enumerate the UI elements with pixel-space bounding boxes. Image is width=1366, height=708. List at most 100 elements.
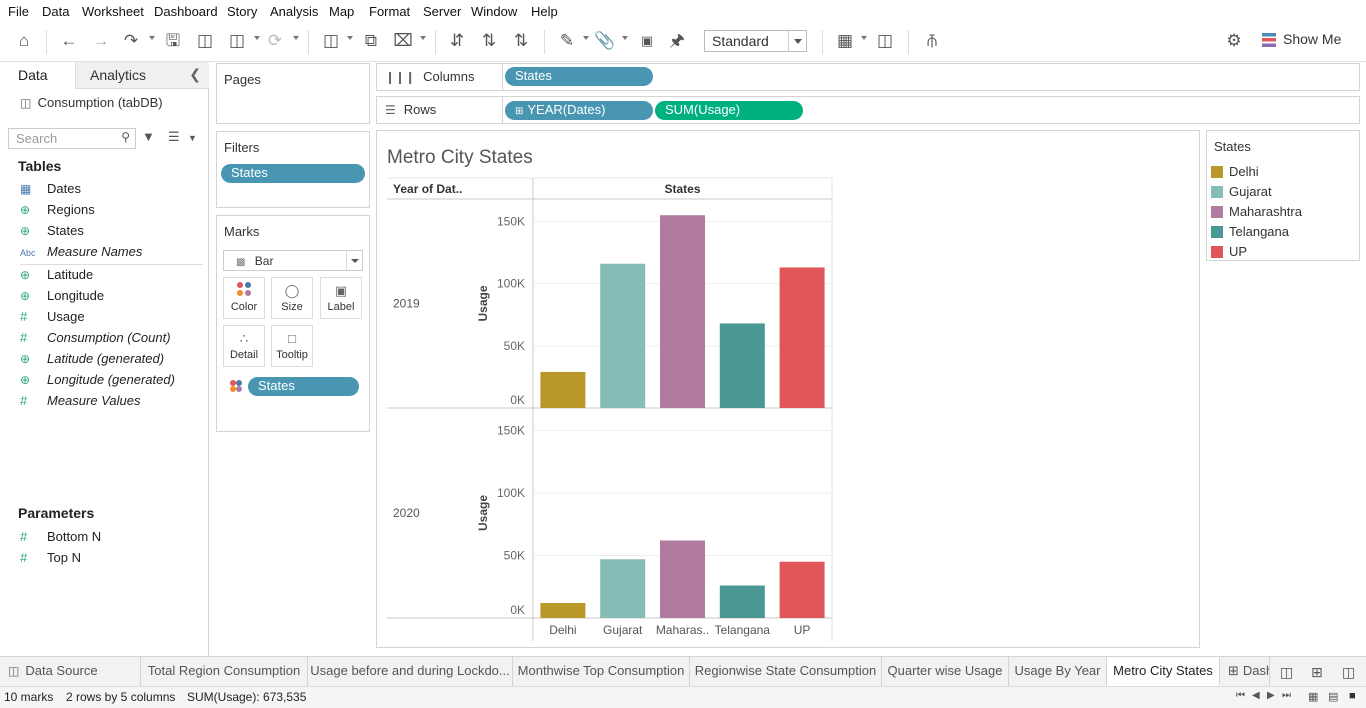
highlight-dropdown-icon[interactable] [583, 36, 589, 40]
field-item[interactable]: Abc Measure Names [20, 244, 142, 262]
field-item[interactable]: ▦ Dates [20, 181, 81, 199]
duplicate-icon[interactable]: ⧉ [360, 30, 382, 52]
menu-data[interactable]: Data [42, 4, 69, 19]
tabs-view-icon[interactable]: ■ [1349, 690, 1356, 702]
tab-data[interactable]: Data [0, 62, 76, 89]
menu-worksheet[interactable]: Worksheet [82, 4, 144, 19]
rows-pill-year-dates[interactable]: ⊞ YEAR(Dates) [505, 101, 653, 120]
show-me-button[interactable]: Show Me [1283, 31, 1341, 47]
tab-dashboard[interactable]: ⊞Dash [1220, 657, 1270, 686]
tab-monthwise-top-consumption[interactable]: Monthwise Top Consumption [513, 657, 690, 686]
menu-analysis[interactable]: Analysis [270, 4, 318, 19]
field-item[interactable]: ⊕ Latitude (generated) [20, 351, 164, 369]
pin-icon[interactable]: 🖈 [666, 30, 688, 52]
prev-sheet-icon[interactable]: ◀ [1252, 690, 1260, 701]
new-worksheet-dropdown-icon[interactable] [347, 36, 353, 40]
datasource-item[interactable]: ◫ Consumption (tabDB) [20, 95, 163, 110]
legend-item[interactable]: Delhi [1211, 164, 1259, 180]
pages-card[interactable]: Pages [216, 63, 370, 124]
tab-usage-by-year[interactable]: Usage By Year [1009, 657, 1107, 686]
share-icon[interactable]: ⫚ [921, 30, 943, 52]
size-button[interactable]: ◯ Size [271, 277, 313, 319]
mark-type-select[interactable]: ▩ Bar [223, 250, 363, 271]
menu-map[interactable]: Map [329, 4, 354, 19]
collapse-pane-icon[interactable]: ❮ [189, 66, 201, 83]
chevron-down-icon[interactable] [346, 251, 362, 270]
highlight-icon[interactable]: ✎ [556, 30, 578, 52]
next-sheet-icon[interactable]: ▶ [1267, 690, 1275, 701]
save-icon[interactable]: 🖫 [162, 30, 184, 52]
pause-dropdown-icon[interactable] [254, 36, 260, 40]
columns-shelf[interactable]: ❙❙❙ Columns States [376, 63, 1360, 91]
menu-format[interactable]: Format [369, 4, 410, 19]
color-button[interactable]: Color [223, 277, 265, 319]
field-item[interactable]: ⊕ Latitude [20, 267, 93, 285]
sheet-sorter-icon[interactable]: ▦ [1308, 690, 1318, 703]
field-item[interactable]: ⊕ Longitude (generated) [20, 372, 175, 390]
last-sheet-icon[interactable]: ⏭ [1282, 690, 1291, 701]
presentation-icon[interactable]: ◫ [874, 30, 896, 52]
redo-icon[interactable]: → [90, 30, 112, 52]
new-worksheet-tab-icon[interactable]: ◫ [1280, 664, 1293, 681]
fit-mode-select[interactable]: Standard [704, 30, 807, 52]
filter-pill-states[interactable]: States [221, 164, 365, 183]
menu-file[interactable]: File [8, 4, 29, 19]
tab-data-source[interactable]: ◫ Data Source [0, 657, 141, 686]
rows-pill-sum-usage[interactable]: SUM(Usage) [655, 101, 803, 120]
chevron-down-icon[interactable] [788, 31, 806, 51]
tooltip-button[interactable]: □ Tooltip [271, 325, 313, 367]
menu-story[interactable]: Story [227, 4, 257, 19]
tab-total-region-consumption[interactable]: Total Region Consumption [141, 657, 308, 686]
swap-dropdown-icon[interactable] [149, 36, 155, 40]
fit-icon[interactable]: ▦ [834, 30, 856, 52]
tab-quarter-wise-usage[interactable]: Quarter wise Usage [882, 657, 1009, 686]
rows-shelf[interactable]: ☰ Rows ⊞ YEAR(Dates) SUM(Usage) [376, 96, 1360, 124]
menu-window[interactable]: Window [471, 4, 517, 19]
filmstrip-icon[interactable]: ▤ [1328, 690, 1338, 703]
new-worksheet-icon[interactable]: ◫ [320, 30, 342, 52]
pause-updates-icon[interactable]: ◫ [226, 30, 248, 52]
new-datasource-icon[interactable]: ◫ [194, 30, 216, 52]
menu-help[interactable]: Help [531, 4, 558, 19]
menu-server[interactable]: Server [423, 4, 461, 19]
sort-ascending-icon[interactable]: ⇅ [478, 30, 500, 52]
parameter-item[interactable]: # Bottom N [20, 529, 101, 547]
tab-metro-city-states[interactable]: Metro City States [1107, 657, 1220, 686]
legend-item[interactable]: Telangana [1211, 224, 1289, 240]
fit-dropdown-icon[interactable] [861, 36, 867, 40]
menu-dashboard[interactable]: Dashboard [154, 4, 218, 19]
swap-icon[interactable]: ↷ [120, 30, 142, 52]
legend-item[interactable]: UP [1211, 244, 1247, 260]
filters-card[interactable]: Filters States [216, 131, 370, 208]
group-dropdown-icon[interactable] [622, 36, 628, 40]
search-input[interactable]: Search ⚲ [8, 128, 136, 149]
tab-analytics[interactable]: Analytics ❮ [76, 62, 209, 89]
refresh-dropdown-icon[interactable] [293, 36, 299, 40]
view-options-icon[interactable]: ☰ [168, 129, 180, 145]
columns-pill-states[interactable]: States [505, 67, 653, 86]
field-item[interactable]: ⊕ Longitude [20, 288, 104, 306]
field-item[interactable]: # Measure Values [20, 393, 140, 411]
new-dashboard-tab-icon[interactable]: ⊞ [1311, 664, 1323, 681]
tab-regionwise-state-consumption[interactable]: Regionwise State Consumption [690, 657, 882, 686]
label-button[interactable]: ▣ Label [320, 277, 362, 319]
show-labels-icon[interactable]: ▣ [636, 30, 658, 52]
show-me-icon[interactable] [1262, 33, 1276, 47]
parameter-item[interactable]: # Top N [20, 550, 81, 568]
clear-dropdown-icon[interactable] [420, 36, 426, 40]
sort-descending-icon[interactable]: ⇅ [510, 30, 532, 52]
clear-sheet-icon[interactable]: ⌧ [392, 30, 414, 52]
field-item[interactable]: # Usage [20, 309, 85, 327]
field-item[interactable]: ⊕ States [20, 223, 84, 241]
filter-icon[interactable]: ▼ [142, 129, 155, 144]
chevron-down-icon[interactable]: ▼ [188, 133, 197, 143]
undo-icon[interactable]: ← [58, 30, 80, 52]
legend-item[interactable]: Maharashtra [1211, 204, 1302, 220]
new-story-tab-icon[interactable]: ◫ [1342, 664, 1355, 681]
format-painter-icon[interactable]: ⚙ [1223, 30, 1245, 52]
legend-item[interactable]: Gujarat [1211, 184, 1272, 200]
first-sheet-icon[interactable]: ⏮ [1236, 690, 1245, 701]
swap-rows-cols-icon[interactable]: ⇵ [446, 30, 468, 52]
detail-button[interactable]: ∴ Detail [223, 325, 265, 367]
group-icon[interactable]: 📎 [594, 30, 616, 52]
